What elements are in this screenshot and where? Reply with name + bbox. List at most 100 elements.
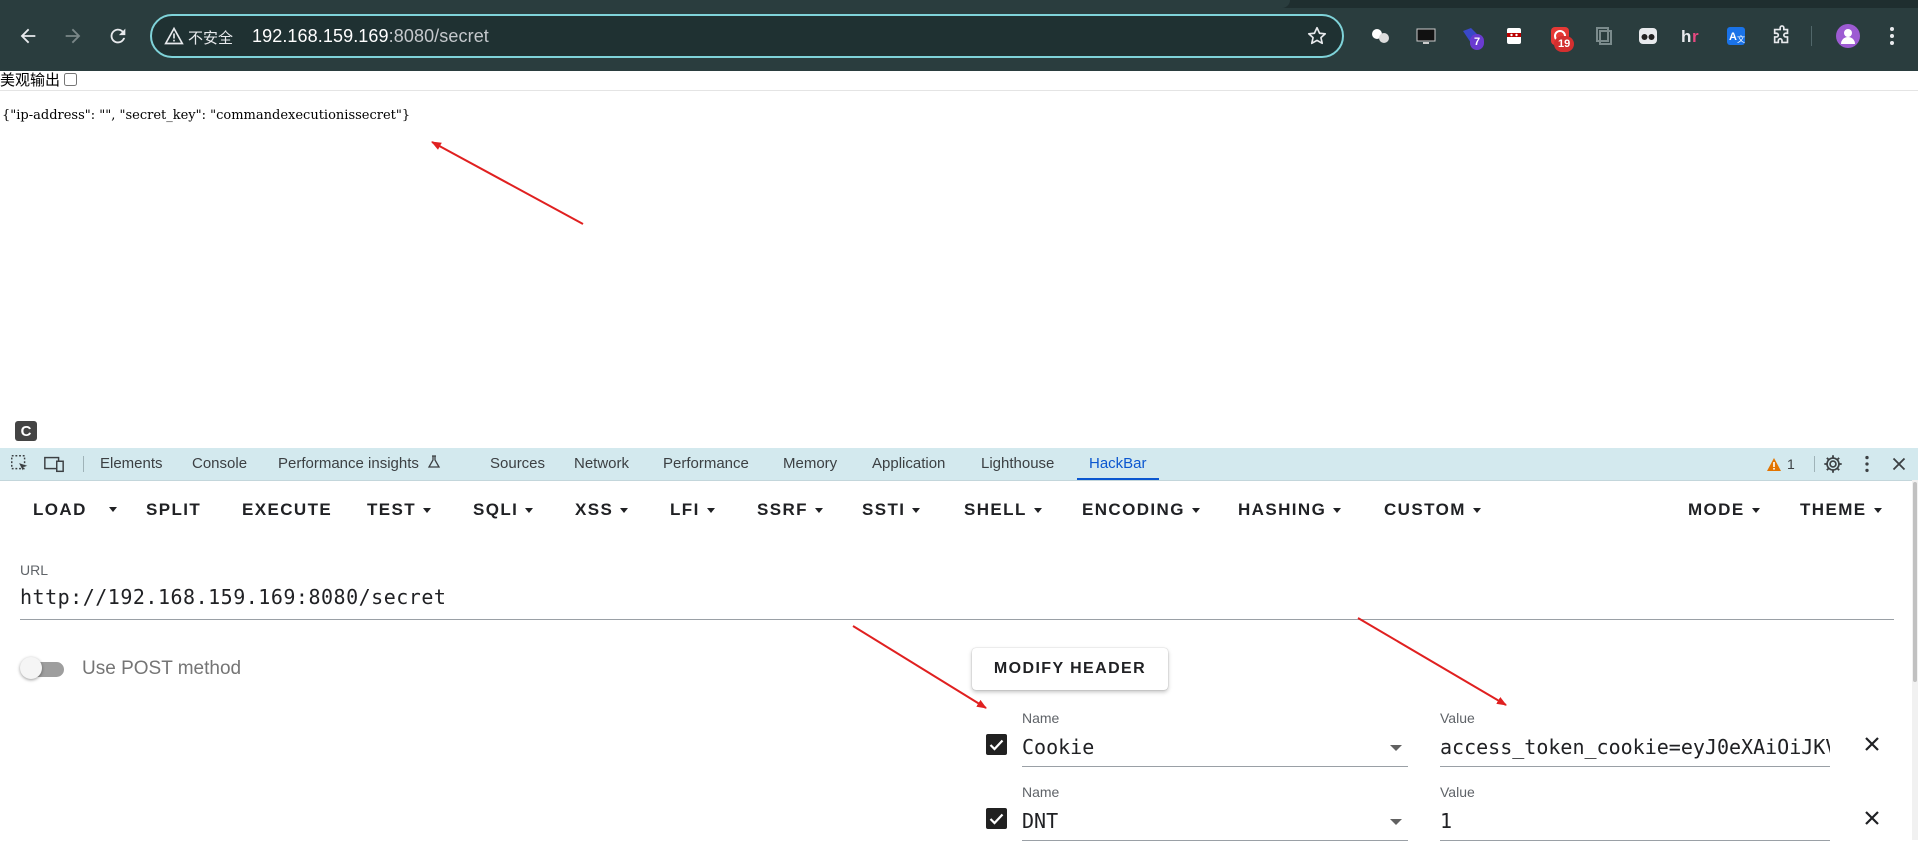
tab-hackbar[interactable]: HackBar <box>1077 448 1159 480</box>
menu-encoding-label: ENCODING <box>1082 500 1185 519</box>
header-value-label: Value <box>1440 784 1475 800</box>
warnings-counter[interactable]: 1 <box>1766 448 1795 480</box>
tab-console[interactable]: Console <box>192 448 247 480</box>
address-bar[interactable]: 不安全 192.168.159.169:8080/secret <box>150 14 1344 58</box>
devtools-scrollbar-track[interactable] <box>1912 480 1918 840</box>
menu-hashing[interactable]: HASHING <box>1238 500 1342 520</box>
menu-split[interactable]: SPLIT <box>146 500 201 520</box>
reload-button[interactable] <box>102 20 134 52</box>
red-ext-badge: 19 <box>1554 36 1575 52</box>
tab-performance-insights-label: Performance insights <box>278 455 419 472</box>
menu-sqli[interactable]: SQLI <box>473 500 534 520</box>
forward-button[interactable] <box>57 20 89 52</box>
header-name-label: Name <box>1022 784 1060 800</box>
header-value-input[interactable]: 1 <box>1440 804 1830 841</box>
svg-text:文: 文 <box>1737 34 1745 44</box>
pretty-print-checkbox[interactable] <box>64 72 78 86</box>
header-value-input[interactable]: access_token_cookie=eyJ0eXAiOiJKV1 <box>1440 730 1830 767</box>
menu-ssrf[interactable]: SSRF <box>757 500 823 520</box>
menu-sqli-label: SQLI <box>473 500 519 519</box>
menu-lfi-label: LFI <box>670 500 700 519</box>
url-input[interactable]: http://192.168.159.169:8080/secret <box>20 585 1894 620</box>
header-enabled-checkbox[interactable] <box>986 734 1007 755</box>
devtools-scrollbar-thumb[interactable] <box>1913 482 1917 682</box>
gear-icon[interactable] <box>1822 453 1844 475</box>
menu-ssti[interactable]: SSTI <box>862 500 921 520</box>
copy-ext-icon[interactable] <box>1590 22 1618 50</box>
tab-elements[interactable]: Elements <box>100 448 163 480</box>
warning-icon <box>1767 457 1781 471</box>
menu-mode-label: MODE <box>1688 500 1745 519</box>
tab-memory[interactable]: Memory <box>783 448 837 480</box>
checkmark-icon <box>989 813 1004 825</box>
toggle-knob <box>20 657 42 679</box>
address-url[interactable]: 192.168.159.169:8080/secret <box>252 26 489 47</box>
arrow-left-icon <box>20 28 36 44</box>
red-ext-icon[interactable]: 19 <box>1546 22 1575 52</box>
close-icon[interactable] <box>1862 808 1882 828</box>
tab-application[interactable]: Application <box>872 448 945 480</box>
ninja-ext-icon[interactable] <box>1500 22 1528 50</box>
header-name-select[interactable]: DNT <box>1022 804 1408 841</box>
menu-theme[interactable]: THEME <box>1800 500 1882 520</box>
menu-ssti-label: SSTI <box>862 500 906 519</box>
post-method-label: Use POST method <box>82 658 242 679</box>
profile-avatar-icon[interactable] <box>1834 22 1862 50</box>
menu-shell-label: SHELL <box>964 500 1027 519</box>
tab-lighthouse[interactable]: Lighthouse <box>981 448 1054 480</box>
checkmark-icon <box>989 739 1004 751</box>
header-name-select[interactable]: Cookie <box>1022 730 1408 767</box>
menu-xss-label: XSS <box>575 500 614 519</box>
modify-header-button[interactable]: MODIFY HEADER <box>972 648 1168 690</box>
flask-icon <box>427 455 441 468</box>
chevron-down-icon <box>1390 819 1402 825</box>
header-enabled-checkbox[interactable] <box>986 808 1007 829</box>
menu-encoding[interactable]: ENCODING <box>1082 500 1200 520</box>
active-tab[interactable] <box>0 0 1290 8</box>
back-button[interactable] <box>12 20 44 52</box>
header-name-value: DNT <box>1022 809 1059 833</box>
tab-performance[interactable]: Performance <box>663 448 749 480</box>
svg-text:h: h <box>1681 27 1691 46</box>
c-ext-icon[interactable]: C <box>15 421 37 441</box>
menu-ssrf-label: SSRF <box>757 500 808 519</box>
inspect-element-icon[interactable] <box>9 453 31 475</box>
load-dropdown-caret[interactable] <box>109 507 117 512</box>
menu-load[interactable]: LOAD <box>33 500 87 520</box>
hr-ext-icon[interactable]: hr <box>1678 22 1706 50</box>
tab-strip <box>0 0 1918 8</box>
hackbar-menu: LOAD SPLIT EXECUTE TEST SQLI XSS LFI SSR… <box>0 484 1910 538</box>
menu-mode[interactable]: MODE <box>1688 500 1760 520</box>
browser-toolbar: 不安全 192.168.159.169:8080/secret 7 19 hr … <box>0 0 1918 71</box>
menu-test[interactable]: TEST <box>367 500 432 520</box>
devtools-tabbar: Elements Console Performance insights So… <box>0 448 1918 481</box>
menu-execute[interactable]: EXECUTE <box>242 500 332 520</box>
devtools-separator-right <box>1814 456 1815 472</box>
not-secure-label[interactable]: 不安全 <box>188 27 233 48</box>
more-options-icon[interactable] <box>1856 453 1878 475</box>
menu-xss[interactable]: XSS <box>575 500 629 520</box>
puzzle-cluster-icon[interactable] <box>1366 22 1394 50</box>
extensions-puzzle-icon[interactable] <box>1768 22 1796 50</box>
tab-performance-insights[interactable]: Performance insights <box>278 448 441 480</box>
menu-custom[interactable]: CUSTOM <box>1384 500 1481 520</box>
translate-ext-icon[interactable]: A文 <box>1722 22 1750 50</box>
tab-network[interactable]: Network <box>574 448 629 480</box>
svg-text:r: r <box>1692 27 1699 46</box>
purple-ext-icon[interactable]: 7 <box>1456 22 1485 50</box>
json-response: {"ip-address": "", "secret_key": "comman… <box>2 108 411 123</box>
glasses-ext-icon[interactable] <box>1634 22 1662 50</box>
menu-hashing-label: HASHING <box>1238 500 1327 519</box>
close-icon[interactable] <box>1862 734 1882 754</box>
device-toolbar-icon[interactable] <box>43 453 65 475</box>
warning-triangle-icon <box>164 26 184 45</box>
menu-shell[interactable]: SHELL <box>964 500 1042 520</box>
tab-sources[interactable]: Sources <box>490 448 545 480</box>
kebab-menu-icon[interactable] <box>1878 22 1906 50</box>
menu-lfi[interactable]: LFI <box>670 500 715 520</box>
close-devtools-icon[interactable] <box>1888 453 1910 475</box>
bookmark-star-icon[interactable] <box>1306 25 1328 47</box>
devtools-separator <box>83 456 84 472</box>
monitor-icon[interactable] <box>1412 22 1440 50</box>
post-method-toggle[interactable] <box>20 657 66 679</box>
